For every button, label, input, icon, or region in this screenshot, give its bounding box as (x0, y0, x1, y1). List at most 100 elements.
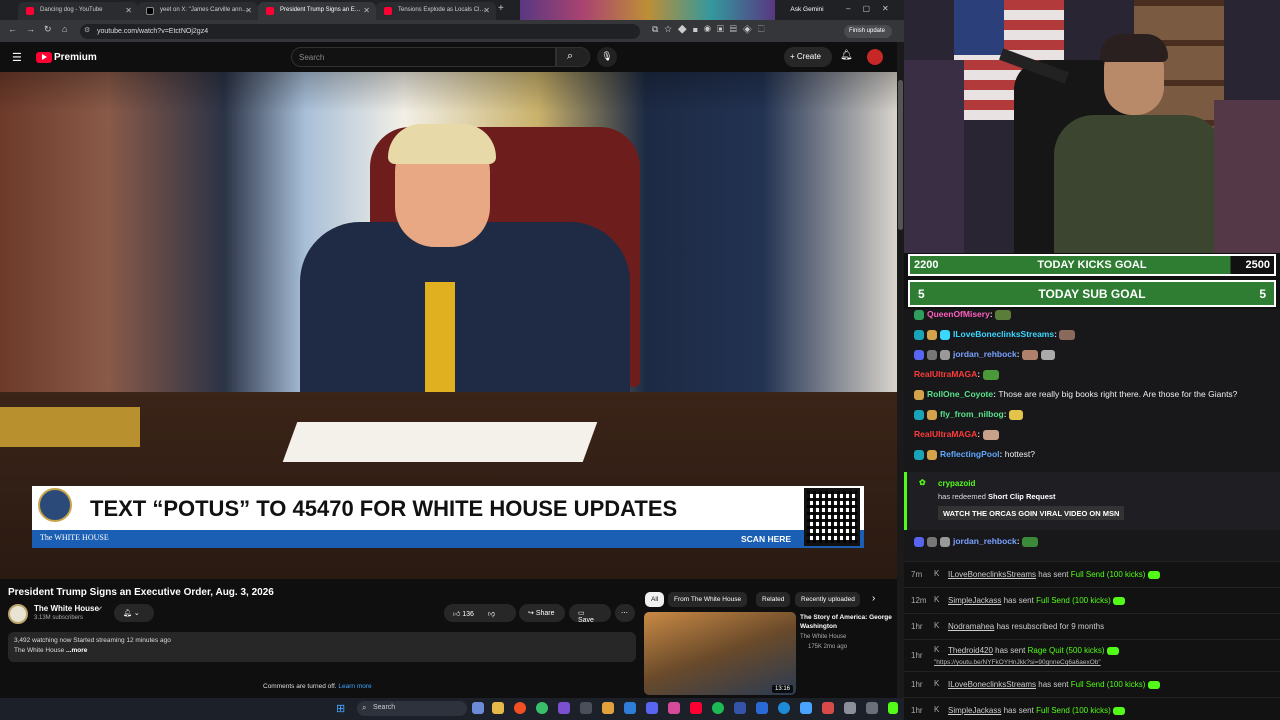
chat-username[interactable]: jordan_rehbock (953, 536, 1017, 546)
event-user[interactable]: ILoveBoneclinksStreams (948, 680, 1036, 689)
sub-goal-label: TODAY SUB GOAL (1038, 287, 1146, 301)
recommended-thumbnail[interactable] (644, 612, 796, 695)
event-user[interactable]: SimpleJackass (948, 706, 1001, 715)
save-button[interactable]: ▭ Save (569, 604, 611, 624)
app-icon[interactable] (668, 702, 680, 714)
ask-gemini-button[interactable]: Ask Gemini (777, 3, 837, 17)
chat-username[interactable]: ReflectingPool (940, 449, 1000, 459)
browser-icon[interactable] (536, 702, 548, 714)
menu-icon[interactable]: ☰ (12, 51, 22, 64)
thumbs-up-icon: 👍︎ (453, 611, 463, 618)
event-user[interactable]: SimpleJackass (948, 596, 1001, 605)
chat-username[interactable]: jordan_rehbock (953, 349, 1017, 359)
description-box[interactable]: 3,492 watching now Started streaming 12 … (8, 632, 636, 662)
channel-avatar[interactable] (8, 604, 28, 624)
microphone-icon[interactable]: 🎙 (597, 47, 617, 67)
home-icon[interactable]: ⌂ (62, 24, 67, 34)
app-icon[interactable] (822, 702, 834, 714)
close-tab-icon[interactable]: ✕ (483, 6, 490, 15)
app-icon[interactable] (558, 702, 570, 714)
event-time: 1hr (911, 651, 923, 660)
chip-related[interactable]: Related (756, 592, 791, 607)
search-input[interactable]: Search (291, 47, 556, 67)
close-tab-icon[interactable]: ✕ (245, 6, 252, 15)
x-favicon-icon (146, 7, 154, 15)
event-user[interactable]: Nodramahea (948, 622, 994, 631)
learn-more-link[interactable]: Learn more (338, 683, 371, 690)
chat-username[interactable]: ILoveBoneclinksStreams (953, 329, 1054, 339)
tab-title: yeet on X: "James Carville ann… (160, 7, 248, 13)
chip-recently-uploaded[interactable]: Recently uploaded (795, 592, 860, 607)
event-user[interactable]: ILoveBoneclinksStreams (948, 570, 1036, 579)
discord-icon[interactable] (646, 702, 658, 714)
redeem-user[interactable]: crypazoid (938, 479, 975, 488)
app-icon[interactable] (624, 702, 636, 714)
site-info-icon[interactable]: ⚙ (84, 26, 90, 34)
comments-off-notice: Comments are turned off. Learn more (263, 683, 372, 690)
task-view-icon[interactable] (472, 702, 484, 714)
app-icon[interactable] (580, 702, 592, 714)
app-icon[interactable] (734, 702, 746, 714)
reload-icon[interactable]: ↻ (44, 24, 52, 35)
chevron-right-icon[interactable]: › (872, 593, 875, 604)
file-explorer-icon[interactable] (492, 702, 504, 714)
emote-icon (995, 309, 1012, 320)
create-button[interactable]: + Create (784, 47, 832, 67)
streamer-shirt (1054, 115, 1224, 253)
chat-username[interactable]: RollOne_Coyote (927, 389, 993, 399)
browser-tab-active[interactable]: President Trump Signs an E… ✕ (258, 2, 376, 20)
url-bar[interactable]: youtube.com/watch?v=EtctNOj2gz4 (80, 24, 640, 39)
kick-event-row: 7m K ILoveBoneclinksStreams has sent Ful… (904, 561, 1280, 587)
event-link[interactable]: "https://youtu.be/NYFkOYHnJkk?si=90gnneC… (934, 659, 1101, 666)
recommended-title[interactable]: The Story of America: George Washington (800, 613, 892, 631)
video-player[interactable]: TEXT “POTUS” TO 45470 FOR WHITE HOUSE UP… (0, 72, 897, 579)
windows-start-icon[interactable]: ⊞ (336, 702, 345, 715)
new-tab-icon[interactable]: + (498, 3, 504, 14)
badge-icon (914, 536, 924, 547)
close-tab-icon[interactable]: ✕ (363, 6, 370, 15)
event-user[interactable]: Thedroid420 (948, 646, 993, 655)
like-button[interactable]: 👍︎ 136 (453, 611, 474, 618)
youtube-app-icon[interactable] (690, 702, 702, 714)
app-icon[interactable] (756, 702, 768, 714)
more-link[interactable]: ...more (66, 647, 87, 654)
close-tab-icon[interactable]: ✕ (125, 6, 132, 15)
subscribed-button[interactable]: 🔔︎ ⌄ (114, 604, 154, 622)
kick-gift-icon (1147, 680, 1160, 689)
app-icon[interactable] (866, 702, 878, 714)
avatar[interactable] (867, 49, 883, 65)
window-controls[interactable]: –▢✕ (846, 4, 901, 13)
browser-tab[interactable]: yeet on X: "James Carville ann… ✕ (138, 2, 258, 20)
finish-update-button[interactable]: Finish update (844, 25, 892, 38)
more-actions-icon[interactable]: ⋯ (615, 604, 635, 622)
chat-username[interactable]: QueenOfMisery (927, 309, 990, 319)
app-icon[interactable] (844, 702, 856, 714)
chrome-icon[interactable] (514, 702, 526, 714)
scrollbar-thumb[interactable] (898, 80, 903, 230)
chat-message: RealUltraMAGA: (914, 369, 1002, 385)
browser-tab[interactable]: Tensions Explode as Locals Cl… ✕ (376, 2, 496, 20)
extension-icons[interactable]: ⧉☆◆◼◉▣▤◈⬚ (652, 24, 771, 35)
chat-username[interactable]: RealUltraMAGA (914, 429, 977, 439)
recommended-channel[interactable]: The White House (800, 634, 846, 640)
channel-name[interactable]: The White House (34, 604, 99, 613)
taskbar-search-text: Search (373, 704, 396, 711)
app-icon[interactable] (602, 702, 614, 714)
spotify-icon[interactable] (712, 702, 724, 714)
notifications-bell-icon[interactable]: 🔔︎ (840, 50, 853, 61)
chat-username[interactable]: RealUltraMAGA (914, 369, 977, 379)
hair (388, 124, 496, 164)
chip-all[interactable]: All (645, 592, 665, 607)
app-icon[interactable] (778, 702, 790, 714)
back-icon[interactable]: ← (8, 24, 17, 34)
forward-icon[interactable]: → (26, 24, 35, 34)
taskbar-search[interactable]: Search (357, 701, 467, 716)
share-button[interactable]: ↪ Share (519, 604, 565, 622)
chip-from-white-house[interactable]: From The White House (668, 592, 748, 607)
thumbs-down-icon[interactable]: 👎︎ (488, 611, 495, 618)
app-icon[interactable] (800, 702, 812, 714)
save-label: Save (578, 617, 594, 624)
kick-icon[interactable] (888, 702, 898, 714)
browser-tab[interactable]: Dancing dog - YouTube ✕ (18, 2, 138, 20)
chat-username[interactable]: fly_from_nilbog (940, 409, 1004, 419)
